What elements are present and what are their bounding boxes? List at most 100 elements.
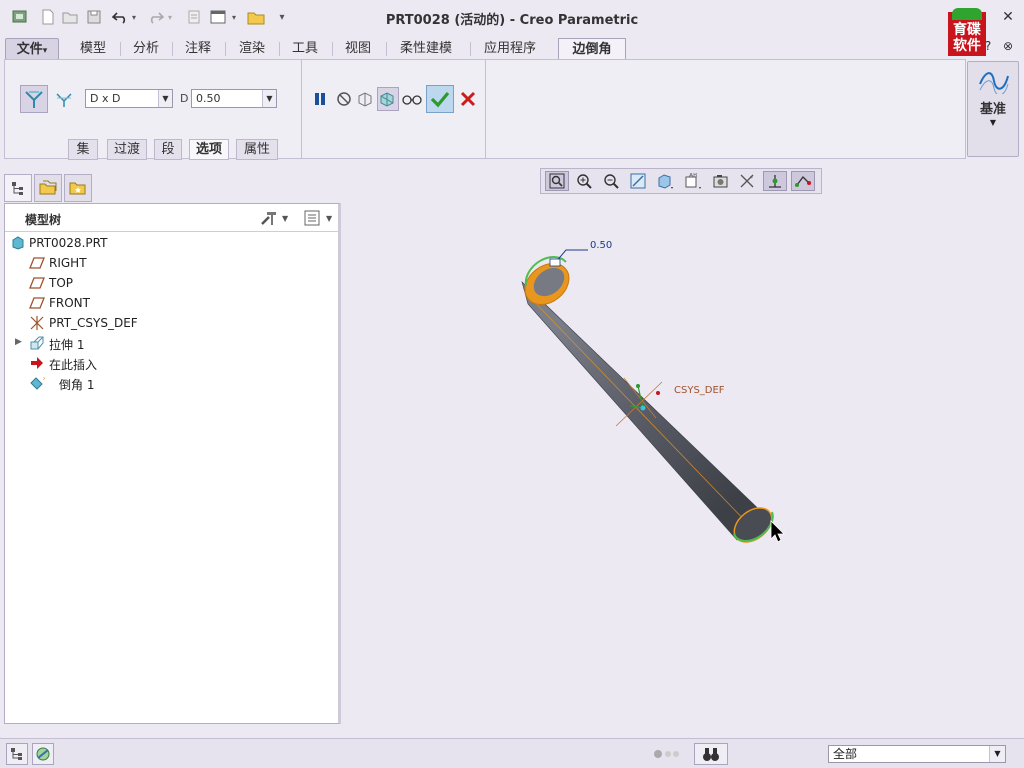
tab-file[interactable]: 文件▾ [5,38,59,60]
no-preview-button[interactable] [333,87,355,111]
checkmark-icon [430,91,450,108]
tab-separator [225,42,226,56]
svg-text:AB: AB [689,173,697,179]
csys-origin [640,405,646,411]
no-preview-icon [337,92,351,106]
datum-menu-button[interactable]: 基准 ▼ [967,61,1019,157]
window-title: PRT0028 (活动的) - Creo Parametric [385,13,639,28]
tab-tools[interactable]: 工具 [283,38,327,60]
tab-model-tree[interactable] [4,174,32,202]
tab-separator [172,42,173,56]
dimension-value-label[interactable]: 0.50 [590,240,612,251]
zoom-in-icon [577,174,592,189]
tab-edge-chamfer[interactable]: 边倒角 [558,38,626,61]
repaint-button[interactable] [626,171,650,191]
list-icon [304,210,320,226]
d-value-input[interactable]: 0.50 ▼ [191,89,277,108]
saved-views-icon: AB [685,173,701,189]
tab-favorites[interactable] [64,174,92,202]
zoom-out-button[interactable] [599,171,623,191]
zoom-in-button[interactable] [572,171,596,191]
close-icon [460,91,476,107]
tools-icon [261,212,276,225]
display-style-button[interactable] [653,171,677,191]
annotation-display-button[interactable] [791,171,815,191]
view-manager-button[interactable] [709,171,733,191]
progress-indicator [652,748,682,760]
folder-icon [39,180,57,195]
tab-separator [120,42,121,56]
find-button[interactable] [694,743,728,765]
subtab-transitions[interactable]: 过渡 [107,139,147,160]
cylinder-silhouette-edge [523,290,753,529]
dimension-handle[interactable] [549,258,561,267]
subtab-sets[interactable]: 集 [68,139,98,160]
model-tree-title: 模型树 [25,213,62,227]
tab-view[interactable]: 视图 [336,38,380,60]
tab-flexible-modeling[interactable]: 柔性建模 [390,38,462,60]
csys-label: CSYS_DEF [674,385,725,396]
tree-node-csys[interactable]: PRT_CSYS_DEF [5,313,338,333]
expand-arrow-icon[interactable]: ▶ [15,337,22,347]
tree-node-right[interactable]: RIGHT [5,253,338,273]
cancel-button[interactable] [455,86,481,112]
subtab-properties[interactable]: 属性 [236,139,278,160]
graphics-area[interactable]: 0.50 CSYS_DEF [344,196,1024,736]
dimension-scheme-select[interactable]: D x D ▼ [85,89,173,108]
selection-filter-select[interactable]: 全部 ▼ [828,745,1006,763]
chamfer-icon: * [29,376,45,390]
separate-preview-button[interactable] [355,87,377,111]
spin-center-button[interactable] [763,171,787,191]
tab-annotate[interactable]: 注释 [176,38,220,60]
graphics-toolbar: AB * [540,168,822,194]
ribbon-divider [485,60,486,158]
model-tree-icon [12,182,23,195]
tree-node-insert-here[interactable]: 在此插入 [5,353,338,373]
datum-plane-icon [29,256,45,270]
separate-preview-icon [358,92,372,107]
tree-node-part[interactable]: PRT0028.PRT [5,233,338,253]
verify-preview-icon [380,92,394,107]
tree-node-front[interactable]: FRONT [5,293,338,313]
close-button[interactable]: ✕ [998,8,1018,26]
glasses-icon [402,95,422,105]
datum-display-button[interactable]: * [736,171,760,191]
glasses-preview-button[interactable] [399,86,425,112]
datum-curve-icon [979,72,1009,94]
tab-render[interactable]: 渲染 [230,38,274,60]
tree-settings-button[interactable]: ▼ [259,208,288,228]
tab-analysis[interactable]: 分析 [124,38,168,60]
verify-preview-button[interactable] [377,87,399,111]
subtab-options[interactable]: 选项 [189,139,229,160]
favorites-folder-icon [69,182,86,195]
pause-button[interactable] [307,86,333,112]
chevron-down-icon: ▼ [989,118,997,127]
model-tree-header: 模型树 ▼ ▼ [5,204,338,232]
tree-node-top[interactable]: TOP [5,273,338,293]
tab-applications[interactable]: 应用程序 [474,38,546,60]
subtab-pieces[interactable]: 段 [154,139,182,160]
model-tree-panel: 模型树 ▼ ▼ PRT0028.PRT RIGHT TOP FRONT PRT_… [4,203,341,724]
tab-separator [279,42,280,56]
chevron-down-icon: ▼ [262,90,276,107]
toggle-browser-button[interactable] [32,743,54,765]
tree-show-button[interactable]: ▼ [303,208,332,228]
refit-button[interactable] [545,171,569,191]
saved-orientations-button[interactable]: AB [681,171,705,191]
chamfer-set-mode-button[interactable] [20,85,48,113]
spin-center-icon [769,175,781,188]
csys-y-point [636,384,640,388]
datum-plane-icon [29,276,45,290]
tab-folder-browser[interactable] [34,174,62,202]
tree-node-chamfer[interactable]: * 倒角 1 [5,373,338,393]
camera-icon [713,175,728,188]
accept-button[interactable] [426,85,454,113]
tab-model[interactable]: 模型 [70,38,116,60]
tab-separator [470,42,471,56]
edge-chamfer-icon [25,91,43,108]
chamfer-transition-mode-button[interactable] [51,86,77,112]
tree-node-extrude[interactable]: ▶ 拉伸 1 [5,333,338,353]
insert-here-arrow-icon [29,356,45,370]
toggle-navigator-button[interactable] [6,743,28,765]
chevron-down-icon: ▼ [158,90,172,107]
